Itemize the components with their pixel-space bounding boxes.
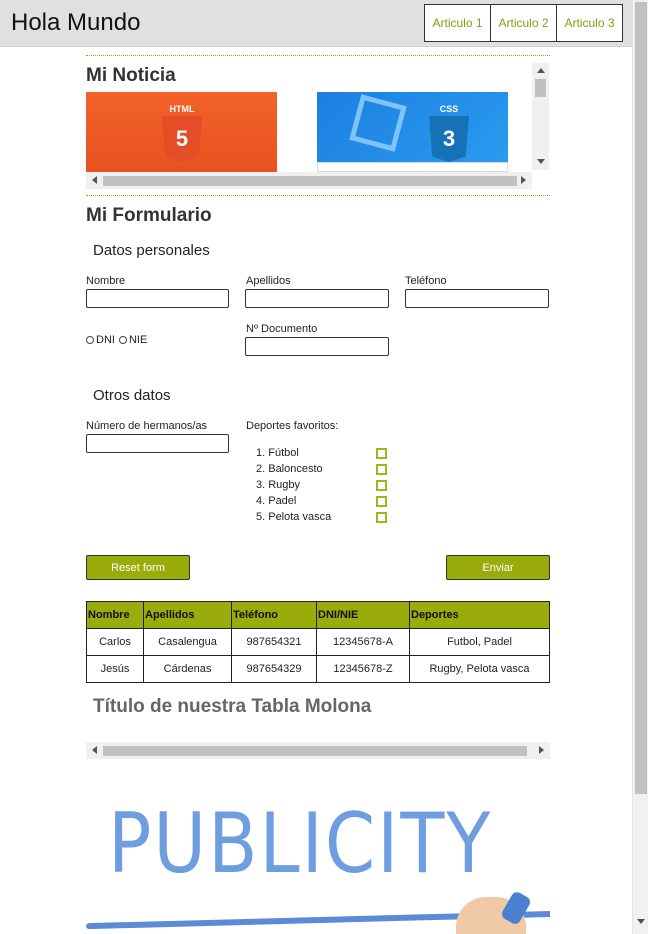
scroll-right-arrow-icon[interactable] <box>539 746 544 754</box>
noticia-section: Mi Noticia HTML 5 CSS 3 <box>86 63 550 188</box>
sport-item: 5. Pelota vasca <box>256 509 396 525</box>
table-cell: 987654321 <box>231 628 317 656</box>
css-logo-label: CSS <box>439 104 459 114</box>
publicity-banner: PUBLICITY <box>86 765 550 934</box>
nie-radio-label: NIE <box>128 334 148 346</box>
document-type-radios: DNI NIE <box>86 334 147 346</box>
form-title: Mi Formulario <box>86 205 212 226</box>
header: Hola Mundo Articulo 1 Articulo 2 Articul… <box>0 0 632 47</box>
dni-radio-label: DNI <box>96 334 115 346</box>
divider <box>86 195 550 196</box>
column-header: Apellidos <box>143 601 232 629</box>
html5-icon: 5 <box>162 116 202 162</box>
sport-item: 2. Baloncesto <box>256 461 396 477</box>
scroll-up-arrow-icon[interactable] <box>537 68 545 73</box>
sport-label: 2. Baloncesto <box>256 463 323 475</box>
sport-item: 3. Rugby <box>256 477 396 493</box>
noticia-vertical-scrollbar[interactable] <box>532 63 549 170</box>
nie-radio[interactable] <box>118 336 127 344</box>
sport-checkbox[interactable] <box>376 448 387 459</box>
divider <box>86 55 550 56</box>
site-title: Hola Mundo <box>11 9 141 36</box>
deportes-label: Deportes favoritos: <box>246 420 339 432</box>
sport-label: 5. Pelota vasca <box>256 511 332 523</box>
hermanos-input[interactable] <box>86 434 229 453</box>
publicity-text: PUBLICITY <box>108 795 493 892</box>
table-cell: Cárdenas <box>143 655 232 683</box>
telefono-label: Teléfono <box>405 275 447 287</box>
scroll-left-arrow-icon[interactable] <box>92 176 97 184</box>
sports-list: 1. Fútbol 2. Baloncesto 3. Rugby 4. Pade… <box>256 445 396 525</box>
telefono-input[interactable] <box>405 289 549 308</box>
table-cell: Rugby, Pelota vasca <box>409 655 550 683</box>
sport-item: 4. Padel <box>256 493 396 509</box>
table-horizontal-scrollbar[interactable] <box>86 742 550 759</box>
css3-icon: 3 <box>429 116 469 162</box>
sport-checkbox[interactable] <box>376 480 387 491</box>
sport-checkbox[interactable] <box>376 496 387 507</box>
column-header: Nombre <box>86 601 144 629</box>
hermanos-label: Número de hermanos/as <box>86 420 208 432</box>
scroll-down-arrow-icon[interactable] <box>537 159 545 164</box>
nombre-label: Nombre <box>86 275 126 287</box>
dni-radio[interactable] <box>86 336 94 344</box>
sport-label: 4. Padel <box>256 495 297 507</box>
table-cell: 12345678-Z <box>316 655 410 683</box>
documento-input[interactable] <box>245 337 389 356</box>
nav-item-articulo-2[interactable]: Articulo 2 <box>490 4 557 42</box>
table-cell: Futbol, Padel <box>409 628 550 656</box>
nombre-input[interactable] <box>86 289 229 308</box>
sport-label: 3. Rugby <box>256 479 301 491</box>
css-card-image: CSS 3 <box>317 92 508 172</box>
data-table: Nombre Apellidos Teléfono DNI/NIE Deport… <box>86 601 550 683</box>
horizontal-scroll-thumb[interactable] <box>103 176 517 186</box>
datos-personales-heading: Datos personales <box>93 242 210 259</box>
table-cell: Casalengua <box>143 628 232 656</box>
sport-checkbox[interactable] <box>376 464 387 475</box>
page-scrollbar-thumb[interactable] <box>635 2 647 794</box>
table-row: Jesús Cárdenas 987654329 12345678-Z Rugb… <box>86 655 550 683</box>
otros-datos-heading: Otros datos <box>93 387 171 404</box>
noticia-horizontal-scrollbar[interactable] <box>86 172 532 189</box>
nav-item-articulo-1[interactable]: Articulo 1 <box>424 4 491 42</box>
submit-button[interactable]: Enviar <box>446 555 550 580</box>
card-footer <box>317 162 508 172</box>
scroll-down-arrow-icon[interactable] <box>637 919 645 924</box>
table-title: Título de nuestra Tabla Molona <box>93 696 372 717</box>
table-row: Carlos Casalengua 987654321 12345678-A F… <box>86 628 550 656</box>
noticia-title: Mi Noticia <box>86 65 176 86</box>
horizontal-scroll-thumb[interactable] <box>103 746 527 756</box>
reset-button[interactable]: Reset form <box>86 555 190 580</box>
documento-label: Nº Documento <box>246 323 318 335</box>
nav-menu: Articulo 1 Articulo 2 Articulo 3 <box>424 4 623 42</box>
table-cell: 12345678-A <box>316 628 410 656</box>
nav-item-articulo-3[interactable]: Articulo 3 <box>556 4 623 42</box>
square-outline-icon <box>349 94 407 152</box>
scroll-left-arrow-icon[interactable] <box>92 746 97 754</box>
column-header: Deportes <box>409 601 550 629</box>
column-header: Teléfono <box>231 601 317 629</box>
sport-checkbox[interactable] <box>376 512 387 523</box>
column-header: DNI/NIE <box>316 601 410 629</box>
table-cell: Jesús <box>86 655 144 683</box>
table-header-row: Nombre Apellidos Teléfono DNI/NIE Deport… <box>86 601 550 629</box>
html-logo-label: HTML <box>169 104 195 114</box>
apellidos-input[interactable] <box>245 289 389 308</box>
page-scrollbar[interactable] <box>632 0 648 934</box>
vertical-scroll-thumb[interactable] <box>535 79 546 97</box>
sport-label: 1. Fútbol <box>256 447 299 459</box>
table-cell: 987654329 <box>231 655 317 683</box>
scroll-right-arrow-icon[interactable] <box>521 176 526 184</box>
html-card-image: HTML 5 <box>86 92 277 172</box>
table-cell: Carlos <box>86 628 144 656</box>
sport-item: 1. Fútbol <box>256 445 396 461</box>
apellidos-label: Apellidos <box>246 275 291 287</box>
